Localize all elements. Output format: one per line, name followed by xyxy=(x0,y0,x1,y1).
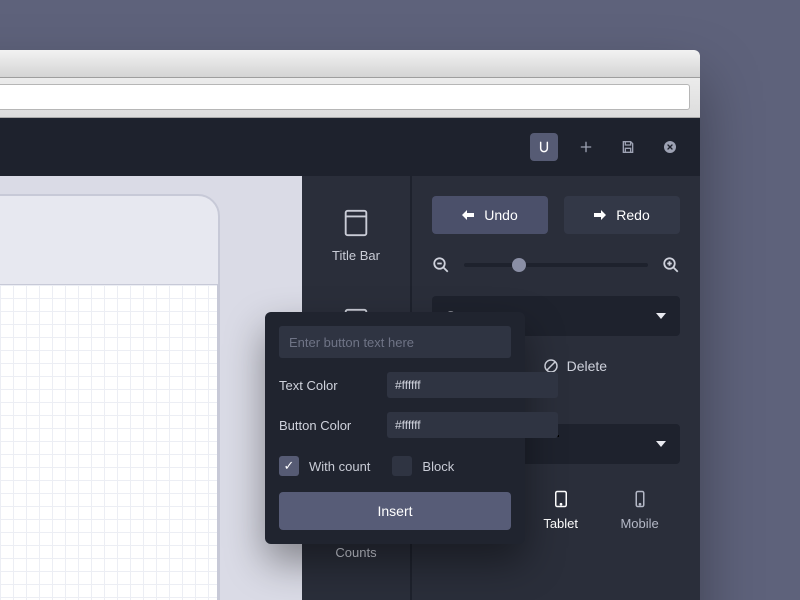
zoom-slider-thumb[interactable] xyxy=(512,258,526,272)
component-label: Counts xyxy=(335,545,376,560)
zoom-in-icon[interactable] xyxy=(662,256,680,274)
arrow-right-icon xyxy=(594,210,606,220)
redo-button[interactable]: Redo xyxy=(564,196,680,234)
insert-button[interactable]: Insert xyxy=(279,492,511,530)
layout-label: Mobile xyxy=(620,516,658,531)
text-color-field[interactable] xyxy=(387,372,558,398)
layout-mobile[interactable]: Mobile xyxy=(620,490,658,531)
block-checkbox[interactable]: ✓ xyxy=(392,456,412,476)
browser-toolbar xyxy=(0,78,700,118)
close-icon[interactable] xyxy=(656,133,684,161)
logo-icon[interactable] xyxy=(530,133,558,161)
browser-url-field[interactable] xyxy=(0,84,690,110)
delete-label: Delete xyxy=(567,358,607,374)
block-label: Block xyxy=(422,459,454,474)
component-title-bar[interactable]: Title Bar xyxy=(310,194,402,275)
layout-label: Tablet xyxy=(543,516,578,531)
undo-button[interactable]: Undo xyxy=(432,196,548,234)
component-label: Title Bar xyxy=(332,248,380,263)
button-text-input[interactable] xyxy=(279,326,511,358)
zoom-slider[interactable] xyxy=(464,263,648,267)
button-editor-popover: Text Color Button Color ✓ With count ✓ B… xyxy=(265,312,525,544)
arrow-left-icon xyxy=(462,210,474,220)
button-color-label: Button Color xyxy=(279,418,367,433)
add-icon[interactable] xyxy=(572,133,600,161)
zoom-out-icon[interactable] xyxy=(432,256,450,274)
tablet-icon xyxy=(550,490,572,508)
app-header xyxy=(0,118,700,176)
save-icon[interactable] xyxy=(614,133,642,161)
canvas xyxy=(0,176,302,600)
insert-label: Insert xyxy=(377,503,412,519)
with-count-label: With count xyxy=(309,459,370,474)
chevron-down-icon xyxy=(656,313,666,319)
layout-tablet[interactable]: Tablet xyxy=(543,490,578,531)
text-color-label: Text Color xyxy=(279,378,367,393)
button-color-field[interactable] xyxy=(387,412,558,438)
chevron-down-icon xyxy=(656,441,666,447)
device-screen[interactable] xyxy=(0,284,218,600)
mobile-icon xyxy=(629,490,651,508)
with-count-checkbox[interactable]: ✓ xyxy=(279,456,299,476)
mac-titlebar xyxy=(0,50,700,78)
redo-label: Redo xyxy=(616,207,649,223)
undo-label: Undo xyxy=(484,207,517,223)
